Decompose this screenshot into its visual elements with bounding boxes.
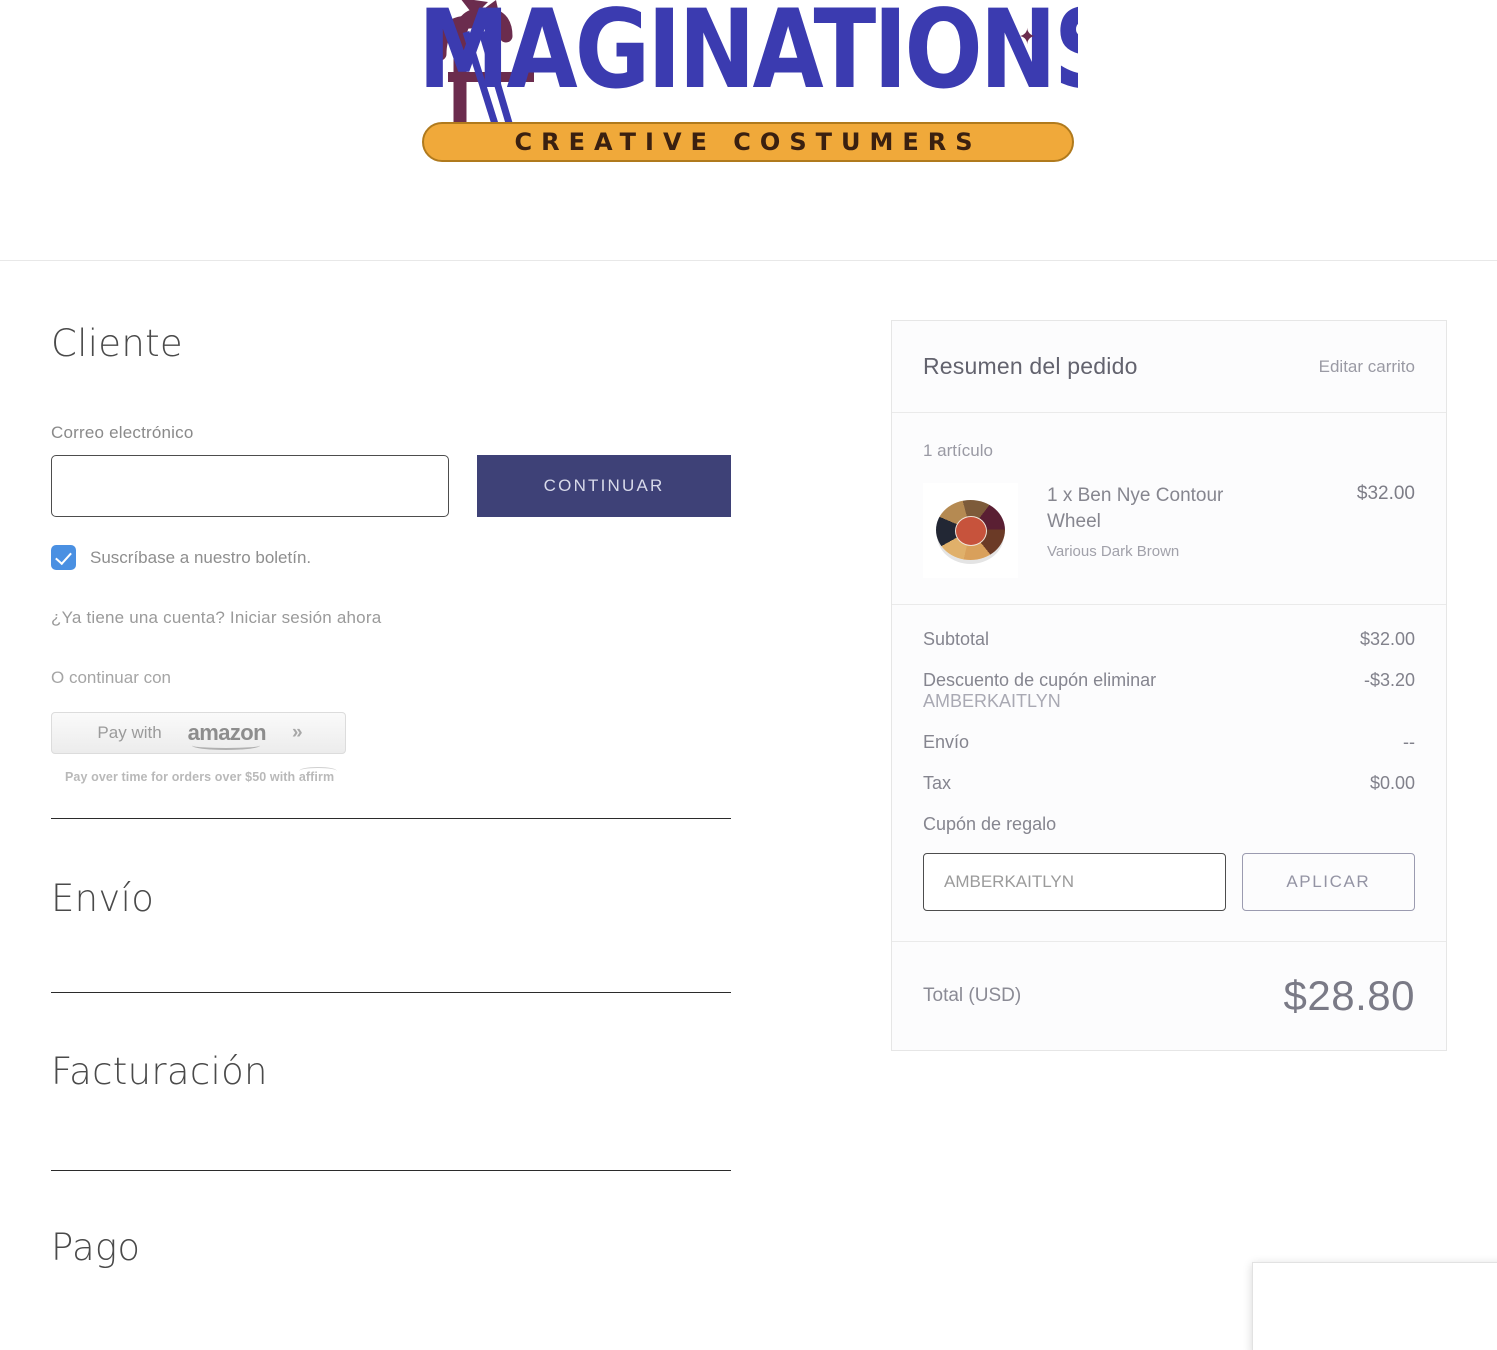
login-link[interactable]: ¿Ya tiene una cuenta? Iniciar sesión aho… [51, 608, 731, 628]
logo-wordmark: MAGINATIONSinc [418, 0, 1078, 109]
amazon-pay-text: Pay with [97, 723, 162, 742]
gift-coupon-label: Cupón de regalo [923, 814, 1057, 834]
product-price: $32.00 [1356, 483, 1415, 504]
logo-ribbon: CREATIVE COSTUMERS [422, 122, 1074, 162]
newsletter-label: Suscríbase a nuestro boletín. [90, 547, 312, 567]
chevron-right-icon: » [291, 722, 302, 743]
order-totals-section: Subtotal $32.00 Descuento de cupón elimi… [892, 605, 1446, 942]
chat-widget[interactable] [1252, 1262, 1497, 1350]
checkout-page: Dance Wear ★ Costumes ★ Accessories MAGI… [0, 0, 1497, 1350]
order-item-row: 1 x Ben Nye Contour Wheel Various Dark B… [923, 483, 1415, 578]
grand-total-label: Total (USD) [923, 985, 1022, 1006]
page-title-cliente: Cliente [51, 322, 183, 365]
email-row: CONTINUAR [51, 455, 731, 517]
newsletter-checkbox[interactable] [51, 545, 76, 570]
site-header: Dance Wear ★ Costumes ★ Accessories MAGI… [0, 0, 1497, 261]
tax-row: Tax $0.00 [923, 773, 1415, 794]
subtotal-row: Subtotal $32.00 [923, 629, 1415, 650]
affirm-promo-prefix: Pay over time for orders over $50 with [65, 770, 299, 784]
coupon-discount-label[interactable]: Descuento de cupón eliminar AMBERKAITLYN [923, 670, 1156, 712]
logo-wordmark-text: MAGINATIONS [418, 0, 1078, 113]
shipping-label: Envío [923, 732, 970, 752]
order-summary-card: Resumen del pedido Editar carrito 1 artí… [891, 320, 1447, 1051]
order-items-section: 1 artículo 1 x Ben Nye Contour Wheel Var… [892, 413, 1446, 605]
star-icon: ✦ [1018, 24, 1037, 49]
section-title-pago: Pago [51, 1226, 141, 1269]
email-label: Correo electrónico [51, 423, 194, 442]
product-thumbnail [923, 483, 1018, 578]
coupon-discount-value: -$3.20 [1363, 670, 1415, 690]
divider-above-envio [51, 818, 731, 819]
gift-coupon-input[interactable] [923, 853, 1226, 911]
store-logo[interactable]: Dance Wear ★ Costumes ★ Accessories MAGI… [418, 0, 1078, 187]
grand-total-value: $28.80 [1283, 972, 1415, 1019]
amazon-pay-button[interactable]: Pay with amazon » [51, 712, 346, 754]
tax-label: Tax [923, 773, 952, 793]
divider-above-pago [51, 1170, 731, 1171]
continue-button[interactable]: CONTINUAR [477, 455, 731, 517]
product-variant: Various Dark Brown [1047, 543, 1180, 561]
edit-cart-link[interactable]: Editar carrito [1319, 357, 1415, 377]
amazon-logo: amazon [187, 720, 267, 750]
coupon-code-applied: AMBERKAITLYN [923, 691, 1061, 711]
section-title-envio: Envío [51, 877, 155, 920]
email-input[interactable] [51, 455, 450, 517]
order-summary-header: Resumen del pedido Editar carrito [892, 321, 1446, 413]
affirm-logo: affirm [298, 770, 335, 784]
affirm-promo-text: Pay over time for orders over $50 with a… [65, 770, 731, 784]
product-name: 1 x Ben Nye Contour Wheel [1047, 485, 1224, 532]
coupon-discount-text[interactable]: Descuento de cupón eliminar [923, 670, 1156, 690]
section-title-facturacion: Facturación [51, 1050, 268, 1093]
product-info: 1 x Ben Nye Contour Wheel Various Dark B… [1047, 483, 1277, 578]
shipping-row: Envío -- [923, 732, 1415, 753]
contour-wheel-image [936, 500, 1005, 560]
item-count-label: 1 artículo [923, 441, 993, 460]
newsletter-row[interactable]: Suscríbase a nuestro boletín. [51, 545, 731, 570]
checkout-left-column: Cliente Correo electrónico CONTINUAR Sus… [51, 322, 731, 1269]
gift-coupon-row: APLICAR [923, 853, 1415, 911]
or-continue-with-label: O continuar con [51, 668, 172, 687]
tax-value: $0.00 [1369, 773, 1415, 793]
divider-above-facturacion [51, 992, 731, 993]
subtotal-value: $32.00 [1359, 629, 1415, 649]
apply-coupon-button[interactable]: APLICAR [1241, 853, 1415, 911]
checkout-right-column: Resumen del pedido Editar carrito 1 artí… [891, 320, 1447, 1051]
shipping-value: -- [1403, 732, 1415, 752]
subtotal-label: Subtotal [923, 629, 990, 649]
order-summary-title: Resumen del pedido [923, 353, 1138, 379]
coupon-discount-row: Descuento de cupón eliminar AMBERKAITLYN… [923, 670, 1415, 712]
order-grand-total-row: Total (USD) $28.80 [892, 942, 1446, 1050]
